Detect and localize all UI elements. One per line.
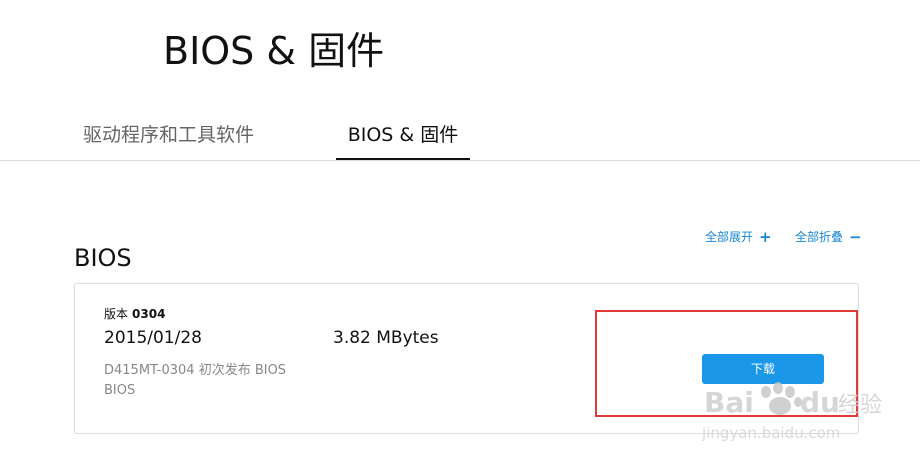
tab-drivers-and-tools[interactable]: 驱动程序和工具软件: [83, 118, 254, 160]
bios-description: D415MT-0304 初次发布 BIOS BIOS: [104, 361, 324, 401]
collapse-all-label: 全部折叠: [795, 230, 844, 244]
file-size: 3.82 MBytes: [333, 328, 439, 348]
expand-all-label: 全部展开: [705, 230, 754, 244]
section-title: BIOS: [74, 244, 132, 272]
version-label: 版本: [104, 307, 129, 321]
bios-entry-card: 版本 0304 2015/01/28 3.82 MBytes D415MT-030…: [74, 283, 859, 434]
tab-bar: 驱动程序和工具软件 BIOS & 固件: [0, 118, 920, 161]
expand-all-link[interactable]: 全部展开 +: [705, 229, 772, 245]
collapse-all-link[interactable]: 全部折叠 −: [795, 229, 862, 245]
minus-icon: −: [849, 228, 862, 246]
version-line: 版本 0304: [104, 306, 165, 322]
plus-icon: +: [759, 228, 772, 246]
version-number: 0304: [132, 307, 166, 321]
description-line-1: D415MT-0304 初次发布 BIOS: [104, 363, 287, 378]
download-button[interactable]: 下载: [702, 354, 824, 384]
tab-bios-firmware[interactable]: BIOS & 固件: [336, 118, 470, 160]
page-title: BIOS & 固件: [163, 29, 385, 73]
description-line-2: BIOS: [104, 383, 136, 398]
release-date: 2015/01/28: [104, 328, 202, 348]
